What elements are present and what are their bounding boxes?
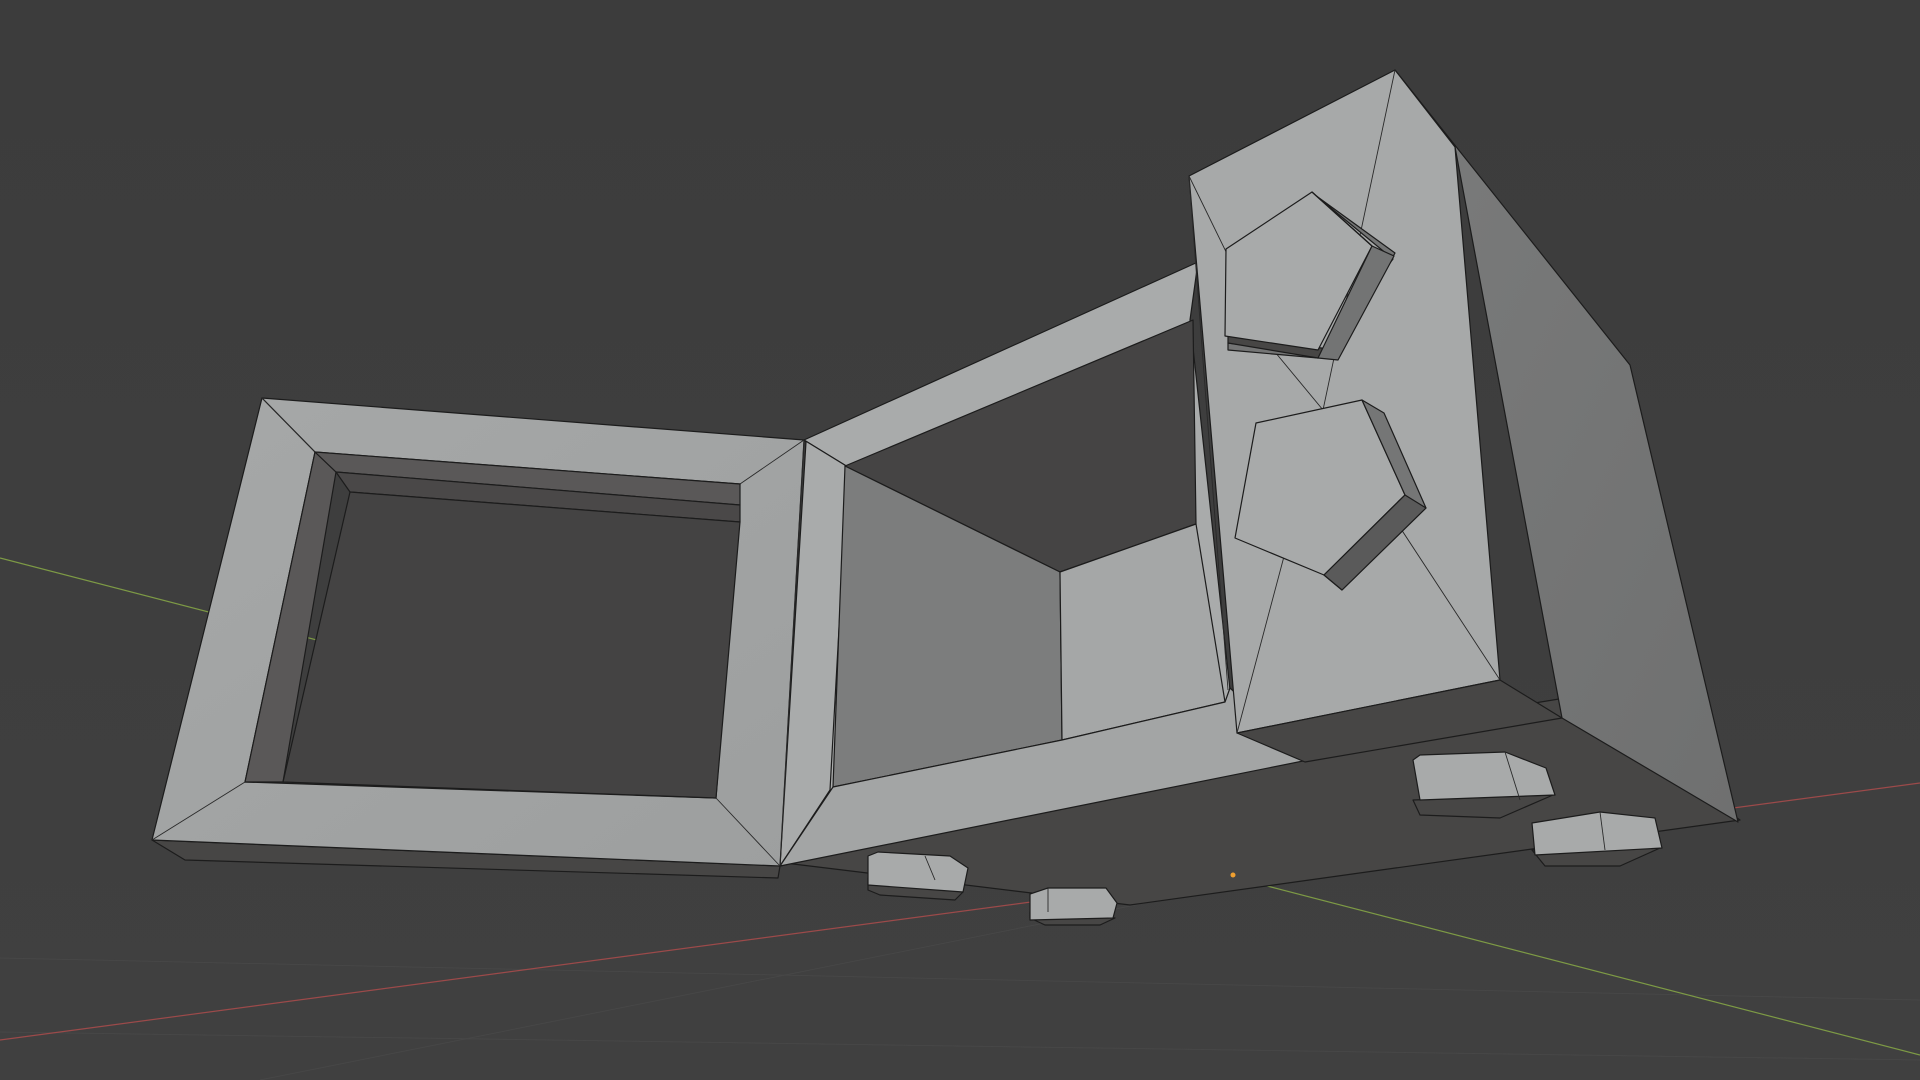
foot-front-right: [1029, 887, 1118, 926]
viewport-canvas[interactable]: [0, 0, 1920, 1080]
world-origin-icon: [1230, 872, 1236, 878]
foot-front-left: [867, 851, 969, 901]
3d-viewport[interactable]: [0, 0, 1920, 1080]
control-panel-front: [1188, 69, 1501, 734]
door-window-glass: [282, 491, 741, 799]
microwave-door[interactable]: [151, 397, 805, 879]
